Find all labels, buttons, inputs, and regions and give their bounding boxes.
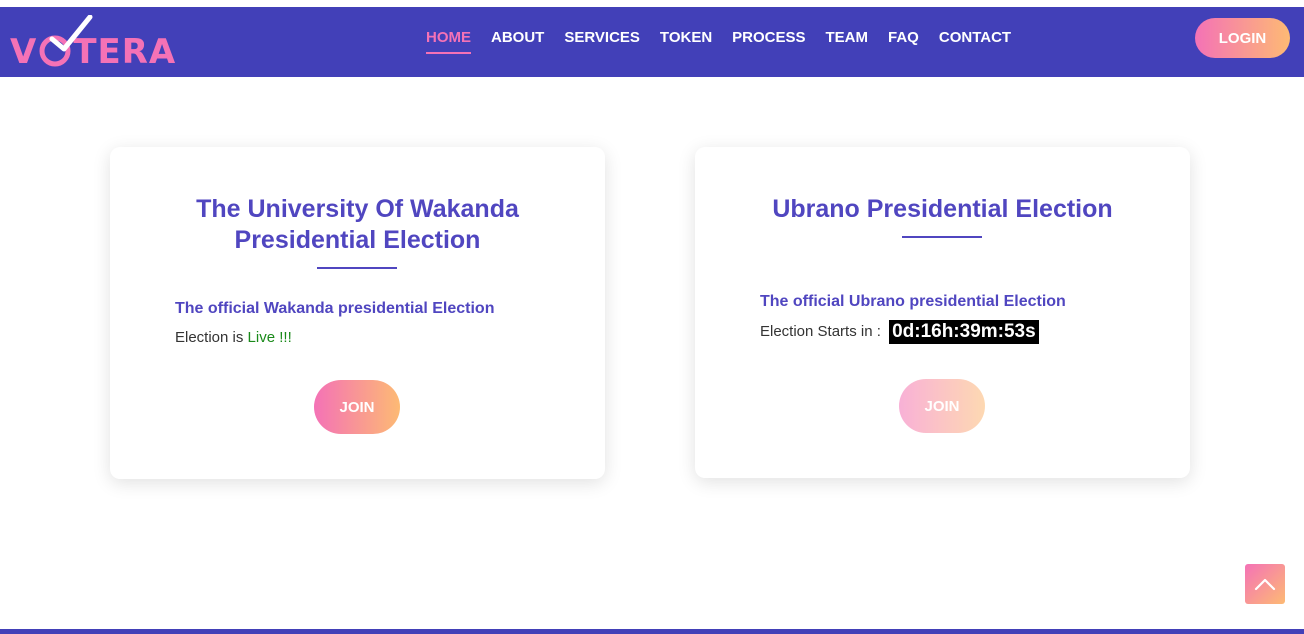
election-status: Election is Live !!!	[175, 329, 292, 346]
nav-faq[interactable]: FAQ	[888, 29, 919, 54]
join-button[interactable]: JOIN	[314, 380, 400, 434]
navbar: V TERA HOME ABOUT SERVICES TOKEN PROCESS …	[0, 7, 1304, 77]
main-nav: HOME ABOUT SERVICES TOKEN PROCESS TEAM F…	[426, 29, 1031, 54]
join-button[interactable]: JOIN	[899, 379, 985, 433]
election-status: Election Starts in : 0d:16h:39m:53s	[760, 320, 1039, 344]
election-card-wakanda: The University Of Wakanda Presidential E…	[110, 147, 605, 479]
login-button[interactable]: LOGIN	[1195, 18, 1290, 58]
nav-process[interactable]: PROCESS	[732, 29, 805, 54]
checkmark-icon	[49, 15, 93, 52]
status-prefix: Election Starts in :	[760, 322, 886, 340]
logo-text-prefix: V	[10, 32, 38, 72]
nav-token[interactable]: TOKEN	[660, 29, 712, 54]
nav-contact[interactable]: CONTACT	[939, 29, 1011, 54]
footer-strip	[0, 629, 1304, 634]
top-strip	[0, 0, 1304, 7]
election-title: Ubrano Presidential Election	[772, 195, 1113, 223]
nav-services[interactable]: SERVICES	[564, 29, 640, 54]
chevron-up-icon	[1254, 578, 1276, 591]
logo[interactable]: V TERA	[10, 15, 195, 72]
nav-about[interactable]: ABOUT	[491, 29, 544, 54]
countdown-timer: 0d:16h:39m:53s	[889, 320, 1039, 344]
election-subtitle: The official Wakanda presidential Electi…	[175, 300, 495, 317]
nav-team[interactable]: TEAM	[826, 29, 869, 54]
election-subtitle: The official Ubrano presidential Electio…	[760, 293, 1066, 310]
live-badge: Live !!!	[247, 329, 292, 346]
nav-home[interactable]: HOME	[426, 29, 471, 54]
title-underline	[902, 236, 982, 238]
scroll-to-top-button[interactable]	[1245, 564, 1285, 604]
election-card-ubrano: Ubrano Presidential Election The officia…	[695, 147, 1190, 478]
election-title: The University Of Wakanda Presidential E…	[196, 195, 519, 254]
title-underline	[317, 267, 397, 269]
status-prefix: Election is	[175, 329, 248, 346]
